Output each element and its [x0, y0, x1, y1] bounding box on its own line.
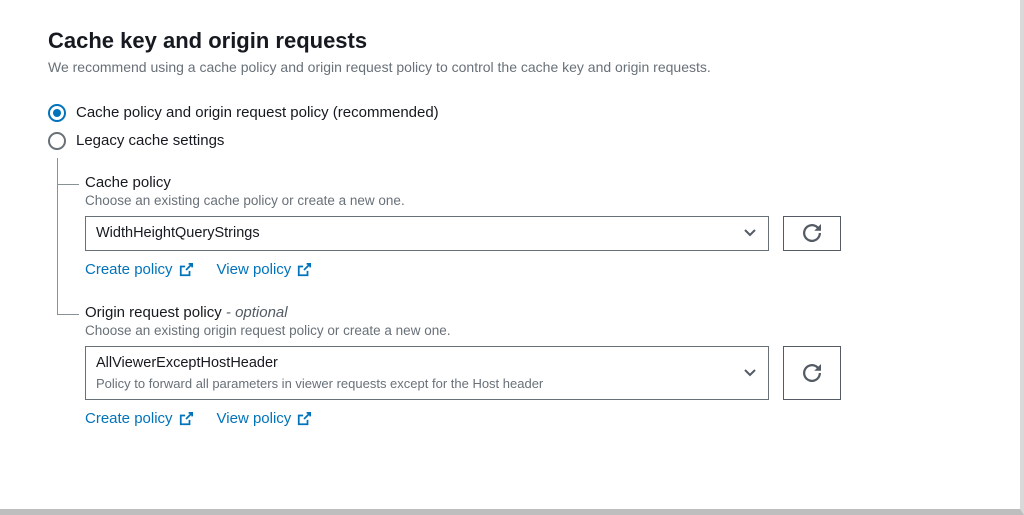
origin-policy-optional-suffix: - optional	[222, 304, 288, 321]
link-label: Create policy	[85, 410, 173, 427]
cache-policy-refresh-button[interactable]	[783, 216, 841, 252]
origin-policy-view-link[interactable]: View policy	[217, 410, 312, 427]
origin-policy-title: Origin request policy - optional	[85, 304, 986, 321]
cache-policy-links: Create policy View policy	[85, 261, 986, 278]
refresh-icon	[803, 364, 821, 382]
external-link-icon	[297, 263, 311, 277]
cache-policy-create-link[interactable]: Create policy	[85, 261, 193, 278]
origin-policy-description: Choose an existing origin request policy…	[85, 323, 986, 338]
origin-policy-select[interactable]: AllViewerExceptHostHeader Policy to forw…	[85, 346, 769, 400]
policy-tree: Cache policy Choose an existing cache po…	[57, 160, 986, 428]
refresh-icon	[803, 224, 821, 242]
section-description: We recommend using a cache policy and or…	[48, 58, 986, 78]
origin-policy-title-base: Origin request policy	[85, 304, 222, 321]
origin-policy-select-value: AllViewerExceptHostHeader	[96, 354, 732, 374]
link-label: View policy	[217, 261, 292, 278]
cache-policy-row: WidthHeightQueryStrings	[85, 216, 986, 252]
external-link-icon	[179, 263, 193, 277]
origin-policy-links: Create policy View policy	[85, 410, 986, 427]
radio-icon-checked	[48, 104, 66, 122]
origin-policy-create-link[interactable]: Create policy	[85, 410, 193, 427]
link-label: Create policy	[85, 261, 173, 278]
origin-policy-row: AllViewerExceptHostHeader Policy to forw…	[85, 346, 986, 400]
radio-legacy-label: Legacy cache settings	[76, 132, 224, 149]
radio-icon-unchecked	[48, 132, 66, 150]
radio-legacy[interactable]: Legacy cache settings	[48, 132, 986, 150]
link-label: View policy	[217, 410, 292, 427]
external-link-icon	[179, 412, 193, 426]
origin-policy-select-description: Policy to forward all parameters in view…	[96, 375, 732, 393]
radio-recommended[interactable]: Cache policy and origin request policy (…	[48, 104, 986, 122]
cache-key-section: Cache key and origin requests We recomme…	[0, 0, 1024, 515]
section-title: Cache key and origin requests	[48, 28, 986, 54]
cache-policy-group: Cache policy Choose an existing cache po…	[85, 174, 986, 279]
cache-policy-select[interactable]: WidthHeightQueryStrings	[85, 216, 769, 252]
cache-policy-select-value: WidthHeightQueryStrings	[96, 224, 732, 244]
origin-policy-refresh-button[interactable]	[783, 346, 841, 400]
external-link-icon	[297, 412, 311, 426]
origin-policy-group: Origin request policy - optional Choose …	[85, 304, 986, 427]
caret-down-icon	[744, 229, 756, 237]
caret-down-icon	[744, 369, 756, 377]
cache-policy-view-link[interactable]: View policy	[217, 261, 312, 278]
radio-recommended-label: Cache policy and origin request policy (…	[76, 104, 439, 121]
cache-policy-title: Cache policy	[85, 174, 986, 191]
cache-policy-description: Choose an existing cache policy or creat…	[85, 193, 986, 208]
